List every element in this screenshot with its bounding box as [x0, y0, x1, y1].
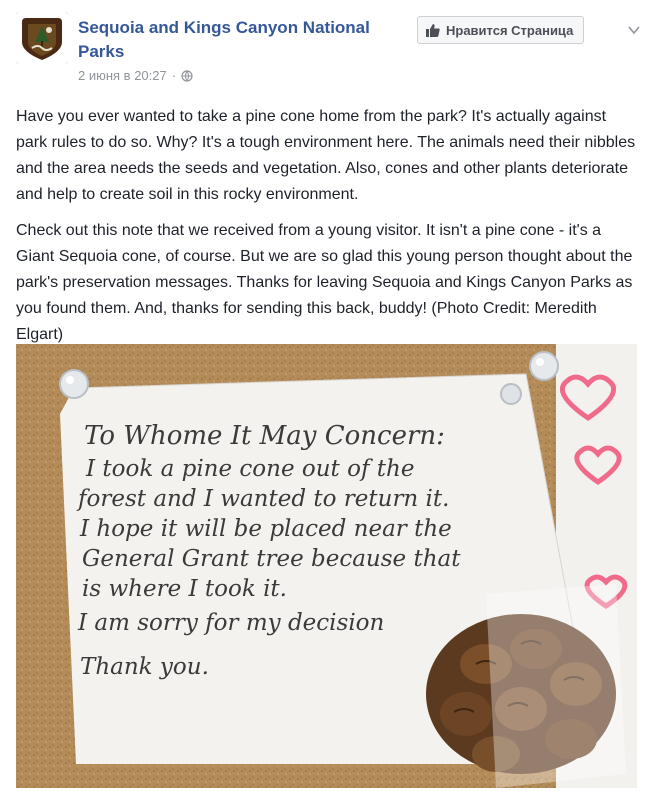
push-pin-icon	[500, 383, 522, 405]
post-body: Have you ever wanted to take a pine cone…	[16, 104, 641, 358]
meta-separator: ·	[171, 68, 177, 83]
post-paragraph: Have you ever wanted to take a pine cone…	[16, 108, 636, 203]
note-line: General Grant tree because that	[82, 546, 461, 572]
like-page-label: Нравится Страница	[446, 22, 574, 38]
thumbs-up-icon	[426, 24, 440, 37]
note-line: I hope it will be placed near the	[79, 516, 452, 542]
note-line: I took a pine cone out of the	[85, 456, 414, 482]
note-line: I am sorry for my decision	[77, 610, 384, 636]
page-name-link[interactable]: Sequoia and Kings Canyon National Parks	[78, 16, 378, 64]
page-avatar[interactable]	[16, 12, 68, 64]
note-line: is where I took it.	[82, 576, 287, 602]
post-header: Sequoia and Kings Canyon National Parks …	[16, 12, 641, 92]
note-line: forest and I wanted to return it.	[76, 486, 449, 512]
nps-arrowhead-logo	[16, 12, 68, 64]
like-page-button[interactable]: Нравится Страница	[417, 16, 585, 44]
chevron-down-icon[interactable]	[626, 22, 642, 38]
note-line: To Whome It May Concern:	[84, 421, 445, 451]
tape-strip	[486, 584, 626, 788]
globe-icon[interactable]	[181, 69, 193, 82]
post-photo[interactable]: To Whome It May Concern: I took a pine c…	[16, 344, 637, 788]
push-pin-icon	[529, 351, 559, 381]
note-line: Thank you.	[80, 654, 209, 680]
push-pin-icon	[59, 369, 89, 399]
post-paragraph: Check out this note that we received fro…	[16, 222, 633, 343]
post-meta: 2 июня в 20:27 ·	[78, 68, 193, 83]
post-timestamp[interactable]: 2 июня в 20:27	[78, 68, 167, 83]
note-photo-illustration: To Whome It May Concern: I took a pine c…	[16, 344, 637, 788]
